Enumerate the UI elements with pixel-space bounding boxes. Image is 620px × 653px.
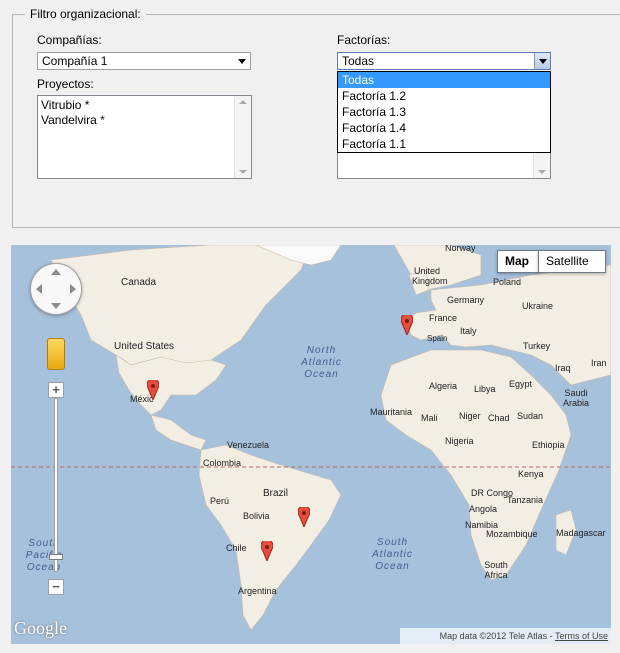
- map-label-mali: Mali: [421, 413, 438, 423]
- zoom-slider-track[interactable]: [54, 398, 58, 572]
- map-label-uk: United Kingdom: [412, 266, 448, 286]
- pan-down-icon[interactable]: [51, 303, 61, 309]
- dropdown-option[interactable]: Factoría 1.2: [338, 88, 550, 104]
- chevron-down-icon: [238, 59, 246, 64]
- list-item[interactable]: Vitrubio *: [38, 96, 251, 113]
- map-label-saudi: Saudi Arabia: [562, 388, 589, 408]
- map-label-libya: Libya: [474, 384, 496, 394]
- map-label-iraq: Iraq: [555, 363, 571, 373]
- map-marker-spain[interactable]: [401, 315, 413, 335]
- map-label-venezuela: Venezuela: [227, 440, 270, 450]
- map-data-text: Map data ©2012 Tele Atlas -: [439, 631, 555, 641]
- map-label-mauritania: Mauritania: [370, 407, 413, 417]
- map-label-bolivia: Bolivia: [243, 511, 270, 521]
- street-view-pegman-icon[interactable]: [47, 338, 65, 370]
- ocean-label-south-atlantic: South Atlantic Ocean: [372, 537, 413, 572]
- terms-of-use-link[interactable]: Terms of Use: [555, 631, 608, 641]
- map-label-brazil: Brazil: [263, 488, 289, 499]
- factories-label: Factorías:: [337, 33, 391, 47]
- pan-control[interactable]: [30, 263, 82, 315]
- map-label-niger: Niger: [459, 411, 481, 421]
- dropdown-option[interactable]: Factoría 1.1: [338, 136, 550, 152]
- chevron-down-icon: [539, 59, 547, 64]
- dropdown-option[interactable]: Todas: [338, 72, 550, 88]
- map-label-angola: Angola: [469, 504, 498, 514]
- map-type-satellite-button[interactable]: Satellite: [538, 250, 606, 273]
- map-marker-mexico[interactable]: [147, 380, 159, 400]
- map-label-canada: Canada: [121, 277, 157, 288]
- map-land: [11, 245, 611, 631]
- factories-select-value: Todas: [342, 54, 375, 68]
- map-label-turkey: Turkey: [523, 341, 551, 351]
- map-label-ethiopia: Ethiopia: [532, 440, 565, 450]
- map-label-iran: Iran: [591, 358, 607, 368]
- map-label-kenya: Kenya: [518, 469, 544, 479]
- zoom-slider-thumb[interactable]: [49, 554, 63, 560]
- map-canvas[interactable]: Canada United States Méxic Venezuela Col…: [11, 245, 611, 644]
- projects-listbox[interactable]: Vitrubio * Vandelvira *: [37, 95, 252, 179]
- map-label-ukraine: Ukraine: [522, 301, 554, 311]
- dropdown-option[interactable]: Factoría 1.3: [338, 104, 550, 120]
- map-attribution: Map data ©2012 Tele Atlas - Terms of Use: [399, 628, 611, 644]
- companies-label: Compañías:: [37, 33, 102, 47]
- zoom-in-button[interactable]: +: [48, 382, 64, 398]
- map-label-colombia: Colombia: [203, 458, 242, 468]
- map-label-egypt: Egypt: [509, 379, 533, 389]
- map-label-peru: Perú: [210, 496, 230, 506]
- map-label-italy: Italy: [460, 326, 477, 336]
- map-label-chad: Chad: [488, 413, 510, 423]
- map-label-south-africa: South Africa: [484, 560, 508, 580]
- pan-left-icon[interactable]: [36, 284, 42, 294]
- map-label-france: France: [429, 313, 458, 323]
- list-item[interactable]: Vandelvira *: [38, 113, 251, 128]
- zoom-out-button[interactable]: −: [48, 579, 64, 595]
- projects-label: Proyectos:: [37, 77, 94, 91]
- google-logo: Google: [14, 618, 67, 638]
- factories-dropdown-list[interactable]: Todas Factoría 1.2 Factoría 1.3 Factoría…: [337, 71, 551, 153]
- map-marker-argentina[interactable]: [261, 541, 273, 561]
- pan-right-icon[interactable]: [70, 284, 76, 294]
- factories-dropdown-button[interactable]: [534, 53, 550, 69]
- map-label-algeria: Algeria: [429, 381, 458, 391]
- map-label-sudan: Sudan: [517, 411, 544, 421]
- dropdown-option[interactable]: Factoría 1.4: [338, 120, 550, 136]
- map-label-poland: Poland: [493, 277, 522, 287]
- map-label-chile: Chile: [226, 543, 247, 553]
- map-label-madagascar: Madagascar: [556, 528, 606, 538]
- projects-scrollbar[interactable]: [234, 96, 251, 178]
- map-label-tanzania: Tanzania: [507, 495, 544, 505]
- map-label-mozambique: Mozambique: [486, 529, 538, 539]
- scroll-down-icon[interactable]: [538, 170, 546, 174]
- map-type-map-button[interactable]: Map: [497, 250, 539, 273]
- map-label-norway: Norway: [445, 245, 476, 253]
- map-label-usa: United States: [114, 341, 175, 352]
- map-label-spain: Spain: [427, 334, 448, 343]
- map-label-germany: Germany: [447, 295, 485, 305]
- map-marker-brazil[interactable]: [298, 507, 310, 527]
- map-label-argentina: Argentina: [238, 586, 277, 596]
- filter-legend: Filtro organizacional:: [25, 7, 146, 21]
- scroll-down-icon[interactable]: [239, 170, 247, 174]
- factories-select[interactable]: Todas: [337, 52, 551, 70]
- scroll-up-icon[interactable]: [239, 100, 247, 104]
- map-label-nigeria: Nigeria: [445, 436, 474, 446]
- pan-up-icon[interactable]: [51, 269, 61, 275]
- companies-select[interactable]: Compañía 1: [37, 52, 251, 70]
- companies-select-value: Compañía 1: [42, 54, 108, 68]
- ocean-label-north-atlantic: North Atlantic Ocean: [301, 345, 342, 380]
